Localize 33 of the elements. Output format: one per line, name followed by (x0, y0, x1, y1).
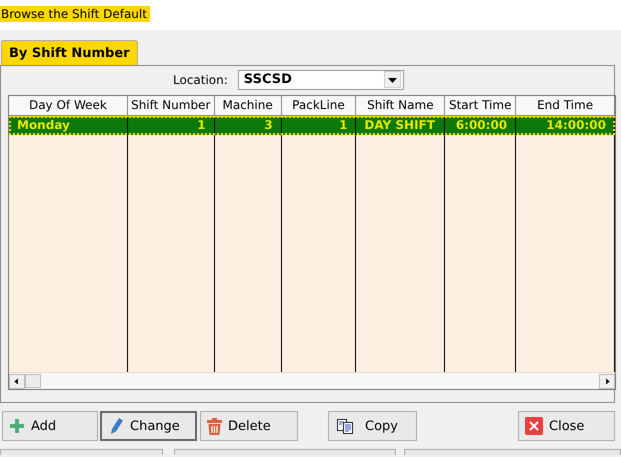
column-header[interactable]: End Time (516, 96, 616, 115)
delete-button[interactable]: Delete (200, 411, 298, 441)
caret-icon (384, 71, 401, 88)
column-header[interactable]: Shift Name (356, 96, 446, 115)
table-cell: 14:00:00 (516, 117, 615, 135)
table-cell: 3 (214, 117, 282, 135)
column-header[interactable]: Machine (214, 96, 282, 115)
trash-icon (207, 418, 222, 434)
plus-icon (9, 418, 25, 434)
table-cell: 1 (282, 117, 356, 135)
scroll-left-button[interactable] (9, 374, 25, 388)
scroll-thumb[interactable] (25, 374, 41, 388)
copy-icon (337, 418, 353, 434)
pencil-icon (110, 417, 124, 435)
window-title: Browse the Shift Default (0, 6, 150, 22)
table-cell: DAY SHIFT (356, 117, 446, 135)
add-button[interactable]: Add (2, 411, 98, 441)
location-dropdown[interactable]: SSCSD (238, 70, 404, 90)
close-button[interactable]: Close (518, 411, 615, 441)
column-header[interactable]: Shift Number (128, 96, 215, 115)
column-header[interactable]: PackLine (282, 96, 356, 115)
copy-button[interactable]: Copy (328, 411, 417, 441)
column-header[interactable]: Day Of Week (9, 96, 128, 115)
close-icon (525, 417, 543, 435)
column-header[interactable]: Start Time (445, 96, 516, 115)
scroll-right-button[interactable] (599, 374, 615, 388)
change-button[interactable]: Change (100, 411, 197, 441)
table-cell: 6:00:00 (445, 117, 516, 135)
table-row[interactable]: Monday 1 3 1 DAY SHIFT 6:00:00 14:00:00 (9, 116, 615, 135)
location-label: Location: (173, 72, 228, 86)
tab[interactable]: By Shift Number (1, 40, 138, 65)
table-cell: 1 (128, 117, 215, 135)
table-cell: Monday (9, 117, 128, 135)
